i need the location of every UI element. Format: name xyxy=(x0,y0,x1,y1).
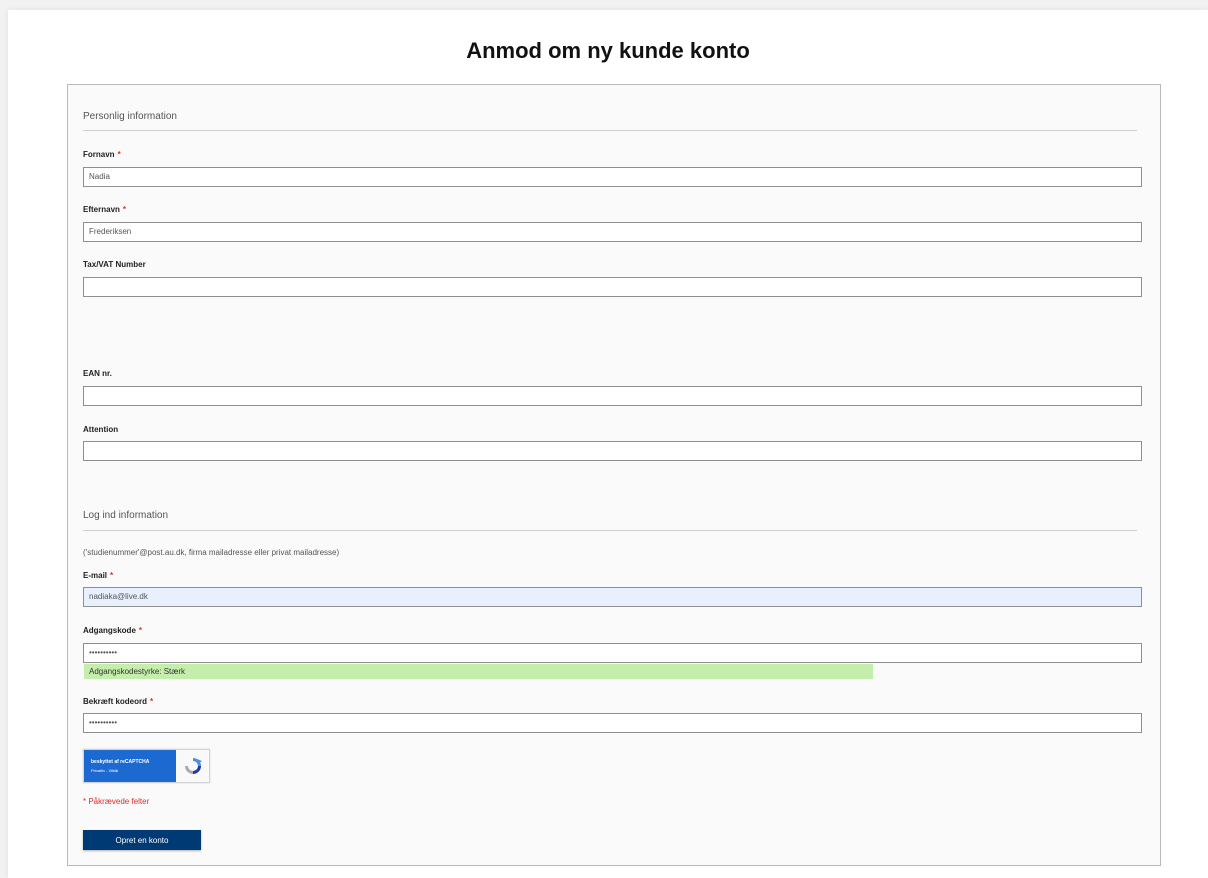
confirm-password-label-text: Bekræft kodeord xyxy=(83,697,148,706)
vat-input[interactable] xyxy=(83,277,1142,297)
create-account-button[interactable]: Opret en konto xyxy=(83,830,201,850)
confirm-password-input[interactable]: •••••••••• xyxy=(83,713,1142,733)
vat-label: Tax/VAT Number xyxy=(83,260,146,269)
attention-label: Attention xyxy=(83,425,119,434)
email-hint: ('studienummer'@post.au.dk, firma mailad… xyxy=(83,548,340,557)
account-form-panel: Personlig information Fornavn * Nadia Eft… xyxy=(67,84,1161,866)
password-strength-meter: Adgangskodestyrke: Stærk xyxy=(84,664,873,679)
required-asterisk: * xyxy=(138,626,143,635)
page-title: Anmod om ny kunde konto xyxy=(466,38,750,63)
login-info-heading: Log ind information xyxy=(83,510,169,521)
recaptcha-info-panel: beskyttet af reCAPTCHA Privatliv - Vilkå… xyxy=(84,750,176,782)
firstname-input[interactable]: Nadia xyxy=(83,167,1142,187)
attention-input[interactable] xyxy=(83,441,1142,461)
required-asterisk: * xyxy=(110,571,114,580)
lastname-input[interactable]: Frederiksen xyxy=(83,222,1142,242)
email-input[interactable]: nadiaka@live.dk xyxy=(83,587,1142,607)
section-divider xyxy=(83,530,1137,531)
recaptcha-badge[interactable]: beskyttet af reCAPTCHA Privatliv - Vilkå… xyxy=(83,749,210,783)
page-card: Anmod om ny kunde konto Personlig inform… xyxy=(8,10,1208,878)
required-asterisk: * xyxy=(150,697,154,706)
firstname-label-text: Fornavn xyxy=(83,150,115,159)
required-asterisk: * xyxy=(117,150,121,159)
password-label: Adgangskode * xyxy=(83,626,142,635)
required-asterisk: * xyxy=(122,205,127,214)
email-label: E-mail * xyxy=(83,571,113,580)
lastname-label: Efternavn * xyxy=(83,205,126,214)
required-fields-note: * Påkrævede felter xyxy=(83,797,150,806)
password-input[interactable]: •••••••••• xyxy=(83,643,1142,663)
recaptcha-logo-icon xyxy=(185,758,202,774)
recaptcha-links[interactable]: Privatliv - Vilkår xyxy=(91,768,119,773)
firstname-label: Fornavn * xyxy=(83,150,121,159)
ean-input[interactable] xyxy=(83,386,1142,406)
password-label-text: Adgangskode xyxy=(83,626,136,635)
section-divider xyxy=(83,130,1137,131)
recaptcha-protected-text: beskyttet af reCAPTCHA xyxy=(91,759,150,765)
email-label-text: E-mail xyxy=(83,571,108,580)
personal-info-heading: Personlig information xyxy=(83,111,177,122)
ean-label: EAN nr. xyxy=(83,369,112,378)
lastname-label-text: Efternavn xyxy=(83,205,120,214)
confirm-password-label: Bekræft kodeord * xyxy=(83,697,153,706)
